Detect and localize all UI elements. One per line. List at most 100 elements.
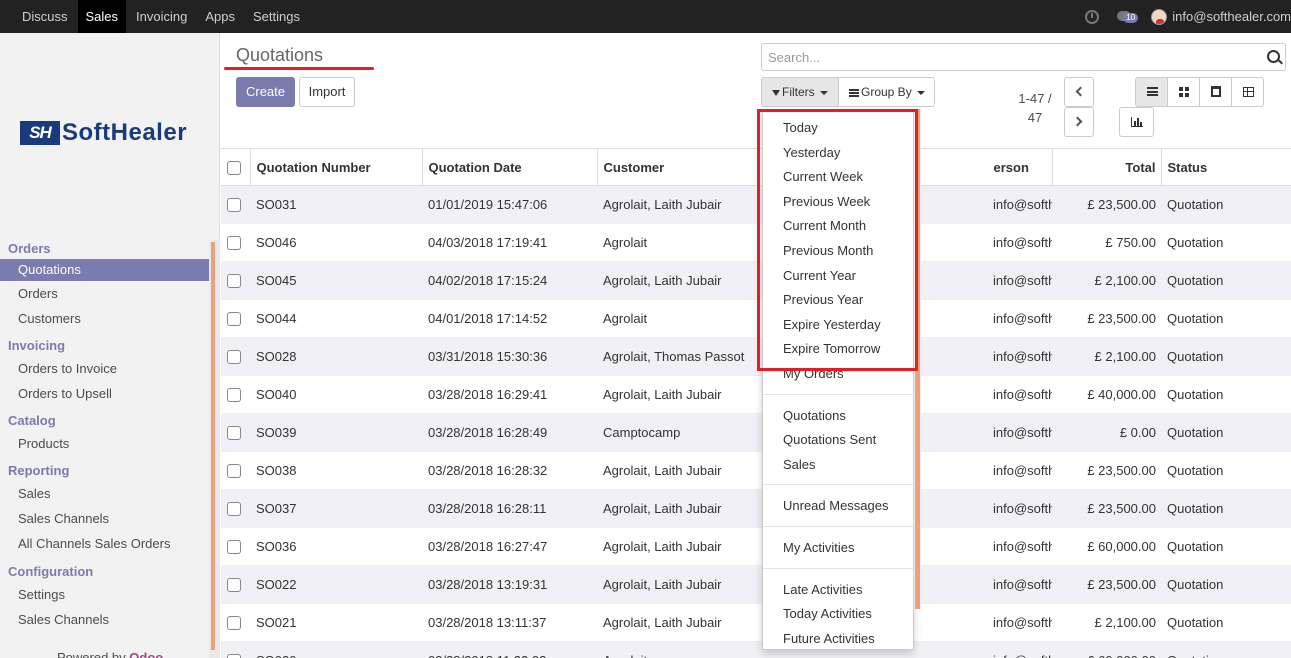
pager-previous-button[interactable] [1064, 77, 1094, 107]
table-row[interactable]: SO038 03/28/2018 16:28:32 Agrolait, Laith … [221, 451, 1291, 490]
sidebar-item-orders-to-invoice[interactable]: Orders to Invoice [0, 356, 209, 381]
sidebar-item-sales[interactable]: Sales [0, 481, 209, 506]
select-all-checkbox[interactable] [227, 160, 241, 175]
filter-option-unread-messages[interactable]: Unread Messages [783, 498, 889, 513]
table-row[interactable]: SO046 04/03/2018 17:19:41 Agrolait info@sof… [221, 223, 1291, 262]
filter-option-expire-yesterday[interactable]: Expire Yesterday [783, 317, 881, 332]
table-row[interactable]: SO040 03/28/2018 16:29:41 Agrolait, Laith … [221, 375, 1291, 414]
top-menu-apps[interactable]: Apps [197, 0, 243, 33]
filter-option-my-orders[interactable]: My Orders [783, 366, 844, 381]
pager-next-button[interactable] [1064, 107, 1094, 137]
top-menu-invoicing[interactable]: Invoicing [128, 0, 195, 33]
filter-option-current-week[interactable]: Current Week [783, 169, 863, 184]
filter-option-previous-month[interactable]: Previous Month [783, 243, 873, 258]
table-row[interactable]: SO045 04/02/2018 17:15:24 Agrolait, Laith … [221, 261, 1291, 300]
filter-option-late-activities[interactable]: Late Activities [783, 582, 863, 597]
filter-option-quotations[interactable]: Quotations [783, 408, 846, 423]
filter-option-quotations-sent[interactable]: Quotations Sent [783, 432, 876, 447]
filter-option-previous-year[interactable]: Previous Year [783, 292, 863, 307]
sidebar-item-sales-channels[interactable]: Sales Channels [0, 607, 209, 632]
quotation-date-cell: 04/01/2018 17:14:52 [422, 299, 597, 338]
sidebar-section-catalog: Catalog [8, 413, 56, 428]
row-checkbox[interactable] [227, 540, 241, 555]
calendar-view-button[interactable] [1199, 77, 1232, 107]
user-menu[interactable]: info@softhealer.com [1172, 9, 1291, 24]
filters-menu-scrollbar[interactable] [914, 109, 921, 609]
sidebar-scrollbar[interactable] [209, 240, 220, 658]
row-checkbox[interactable] [227, 274, 241, 289]
menu-divider [763, 526, 913, 527]
table-row[interactable]: SO037 03/28/2018 16:28:11 Agrolait, Laith … [221, 489, 1291, 528]
messages-icon[interactable]: 10 [1117, 10, 1139, 24]
filter-option-expire-tomorrow[interactable]: Expire Tomorrow [783, 341, 880, 356]
sidebar-section-invoicing: Invoicing [8, 338, 66, 353]
pivot-view-button[interactable] [1231, 77, 1264, 107]
row-checkbox[interactable] [227, 236, 241, 251]
sidebar-scroll-thumb[interactable] [211, 242, 215, 650]
filter-option-current-year[interactable]: Current Year [783, 268, 856, 283]
graph-view-button[interactable] [1119, 107, 1154, 137]
import-button[interactable]: Import [299, 77, 355, 107]
user-avatar[interactable] [1151, 8, 1168, 25]
table-row[interactable]: SO021 03/28/2018 13:11:37 Agrolait, Laith … [221, 603, 1291, 642]
row-checkbox[interactable] [227, 388, 241, 403]
search-input[interactable] [762, 44, 1252, 70]
page-title: Quotations [236, 45, 324, 65]
filter-option-today[interactable]: Today [783, 120, 818, 135]
row-checkbox[interactable] [227, 616, 241, 631]
table-row[interactable]: SO036 03/28/2018 16:27:47 Agrolait, Laith … [221, 527, 1291, 566]
row-checkbox[interactable] [227, 578, 241, 593]
sidebar-item-customers[interactable]: Customers [0, 306, 209, 331]
sidebar-item-orders[interactable]: Orders [0, 281, 209, 306]
sidebar-item-sales-channels[interactable]: Sales Channels [0, 506, 209, 531]
row-checkbox[interactable] [227, 502, 241, 517]
filters-label: Filters [782, 85, 815, 99]
column-header-status[interactable]: Status [1161, 148, 1291, 186]
odoo-link[interactable]: Odoo [129, 650, 163, 658]
table-row[interactable]: SO022 03/28/2018 13:19:31 Agrolait, Laith … [221, 565, 1291, 604]
filter-option-previous-week[interactable]: Previous Week [783, 194, 870, 209]
activity-clock-icon[interactable] [1085, 9, 1100, 24]
filter-option-today-activities[interactable]: Today Activities [783, 606, 872, 621]
column-header-date[interactable]: Quotation Date [422, 148, 598, 186]
sidebar-item-orders-to-upsell[interactable]: Orders to Upsell [0, 381, 209, 406]
kanban-view-button[interactable] [1167, 77, 1200, 107]
quotation-date-cell: 01/01/2019 15:47:06 [422, 185, 597, 224]
filters-menu-scroll-thumb[interactable] [915, 109, 920, 609]
sidebar-item-all-channels-sales-orders[interactable]: All Channels Sales Orders [0, 531, 209, 556]
row-checkbox[interactable] [227, 350, 241, 365]
table-row[interactable]: SO028 03/31/2018 15:30:36 Agrolait, Thomas… [221, 337, 1291, 376]
top-menu-settings[interactable]: Settings [245, 0, 308, 33]
table-row[interactable]: SO031 01/01/2019 15:47:06 Agrolait, Laith … [221, 185, 1291, 224]
sidebar-item-settings[interactable]: Settings [0, 582, 209, 607]
row-checkbox[interactable] [227, 464, 241, 479]
table-row[interactable]: SO044 04/01/2018 17:14:52 Agrolait info@sof… [221, 299, 1291, 338]
company-logo: SH SoftHealer [20, 119, 187, 147]
sidebar-item-products[interactable]: Products [0, 431, 209, 456]
quotation-date-cell: 03/28/2018 16:28:11 [422, 489, 597, 528]
top-menu-discuss[interactable]: Discuss [14, 0, 76, 33]
row-checkbox[interactable] [227, 426, 241, 441]
row-checkbox[interactable] [227, 312, 241, 327]
search-icon[interactable] [1267, 50, 1280, 63]
table-row[interactable]: SO039 03/28/2018 16:28:49 Camptocamp info@s… [221, 413, 1291, 452]
filter-option-yesterday[interactable]: Yesterday [783, 145, 840, 160]
pager-value[interactable]: 1-47 / 47 [1012, 89, 1058, 127]
list-view-button[interactable] [1135, 77, 1168, 107]
top-menu-sales[interactable]: Sales [77, 0, 127, 33]
group-by-dropdown-button[interactable]: Group By [838, 77, 935, 107]
quotation-number-cell: SO045 [250, 261, 422, 300]
create-button[interactable]: Create [236, 77, 295, 107]
sidebar-item-quotations[interactable]: Quotations [0, 259, 209, 281]
row-checkbox[interactable] [227, 198, 241, 213]
column-header-total[interactable]: Total [1052, 148, 1162, 186]
filter-option-sales[interactable]: Sales [783, 457, 816, 472]
bar-chart-icon [1131, 117, 1143, 127]
filter-option-my-activities[interactable]: My Activities [783, 540, 855, 555]
table-row[interactable]: SO02003/28/2018 11:22:02Agrolaitinfo@sof… [221, 641, 1291, 658]
column-header-number[interactable]: Quotation Number [250, 148, 423, 186]
filters-dropdown-button[interactable]: Filters [761, 77, 839, 107]
row-checkbox[interactable] [227, 654, 241, 658]
filter-option-future-activities[interactable]: Future Activities [783, 631, 875, 646]
filter-option-current-month[interactable]: Current Month [783, 218, 866, 233]
